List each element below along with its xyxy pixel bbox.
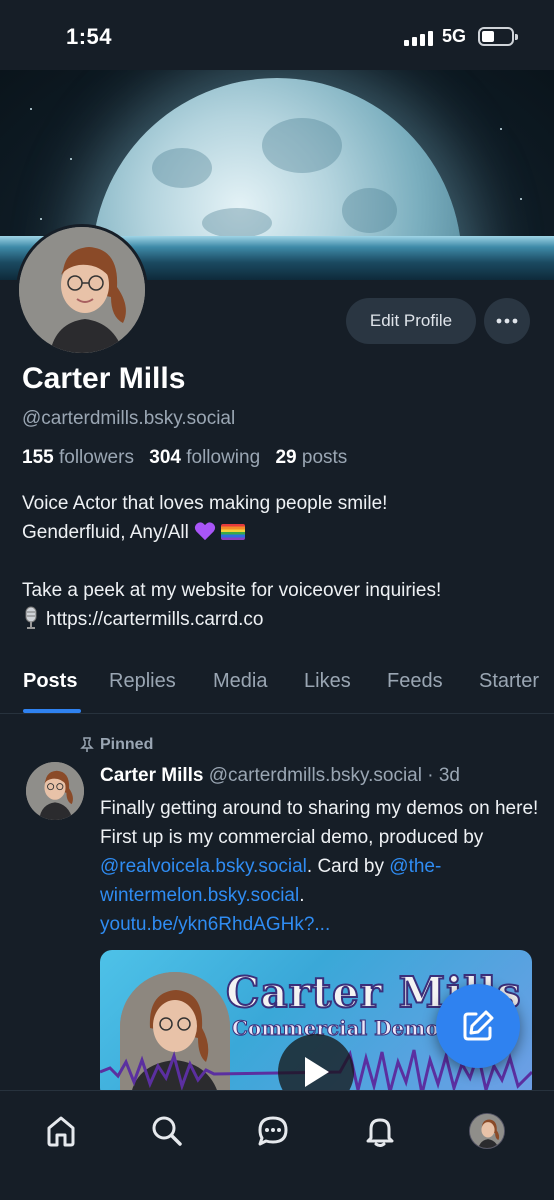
compose-icon [463,1010,494,1041]
status-time: 1:54 [66,24,113,49]
search-icon [152,1116,182,1146]
tab-posts[interactable]: Posts [23,670,77,693]
nav-notifications[interactable] [358,1109,402,1153]
post-time: · 3d [427,765,460,786]
tab-feeds[interactable]: Feeds [387,670,443,693]
purple-heart-icon [195,522,216,541]
tab-media[interactable]: Media [213,670,267,693]
post-author-name[interactable]: Carter Mills [100,765,203,786]
nav-home[interactable] [39,1109,83,1153]
bio-link-wrap: https://cartermills.carrd.co [22,605,542,634]
post-text-part-2: . Card by [306,856,390,877]
bottom-navigation [0,1090,554,1200]
nav-chat[interactable] [251,1109,295,1153]
bio-website-link[interactable]: https://cartermills.carrd.co [46,609,264,630]
chat-icon [258,1116,288,1146]
profile-tabs: Posts Replies Media Likes Feeds Starter [0,664,554,714]
posts-stat: 29 posts [275,447,347,468]
pinned-text: Pinned [100,736,154,753]
post-text: Finally getting around to sharing my dem… [100,794,540,939]
followers-link[interactable]: 155 followers [22,447,134,468]
status-bar: 1:54 5G [0,0,554,70]
pin-icon [80,737,94,752]
post-author-avatar[interactable] [26,762,84,820]
card-subtitle: Commercial Demo [232,1016,440,1041]
post-header: Carter Mills @carterdmills.bsky.social ·… [100,765,460,787]
microphone-icon [25,606,37,629]
post-text-part-1: Finally getting around to sharing my dem… [100,798,539,848]
nav-profile[interactable] [465,1109,509,1153]
tab-replies[interactable]: Replies [109,670,176,693]
signal-icon [404,30,436,46]
display-name: Carter Mills [22,362,186,395]
profile-handle: @carterdmills.bsky.social [22,408,236,429]
bell-icon [366,1118,394,1147]
network-label: 5G [442,26,467,46]
profile-avatar[interactable] [16,224,148,356]
profile-stats: 155 followers 304 following 29 posts [22,447,347,469]
tab-starter[interactable]: Starter [479,670,539,693]
posts-label: posts [301,447,348,468]
following-link[interactable]: 304 following [149,447,260,468]
post-text-part-3: . [299,885,305,906]
bio-line-2: Genderfluid, Any/All [22,522,189,543]
bio-line-1: Voice Actor that loves making people smi… [22,493,388,514]
more-options-button[interactable] [484,298,530,344]
profile-bio: Voice Actor that loves making people smi… [22,489,542,634]
bio-line-3: Take a peek at my website for voiceover … [22,580,442,601]
following-label: following [186,447,261,468]
more-icon [496,318,518,324]
following-count: 304 [149,447,181,468]
play-icon [305,1057,329,1087]
followers-label: followers [58,447,134,468]
post-youtube-link[interactable]: youtu.be/ykn6RhdAGHk?... [100,914,330,935]
compose-post-button[interactable] [436,984,520,1068]
followers-count: 155 [22,447,54,468]
post-author-handle[interactable]: @carterdmills.bsky.social [209,765,422,786]
nav-profile-avatar [469,1113,505,1149]
active-tab-indicator [23,709,81,713]
battery-icon [478,27,518,46]
pinned-label: Pinned [80,736,153,754]
tab-likes[interactable]: Likes [304,670,351,693]
home-icon [47,1116,75,1147]
nav-search[interactable] [145,1109,189,1153]
rainbow-flag-icon [221,524,246,540]
bio-line-2-wrap: Genderfluid, Any/All [22,518,542,547]
edit-profile-button[interactable]: Edit Profile [346,298,476,344]
mention-realvoicela[interactable]: @realvoicela.bsky.social [100,856,307,877]
posts-count: 29 [275,447,297,468]
